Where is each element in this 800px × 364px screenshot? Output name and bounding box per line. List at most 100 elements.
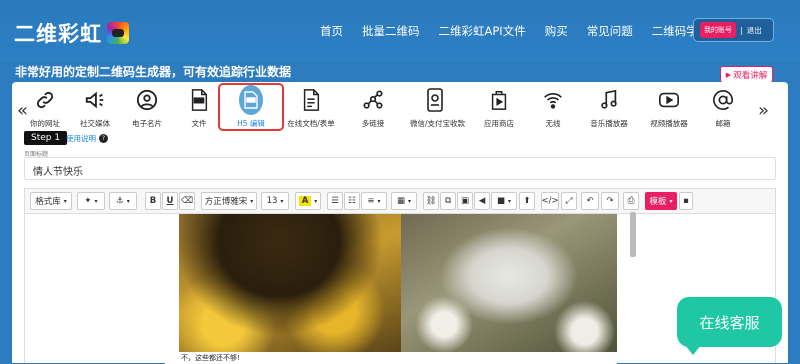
tool-file[interactable]: 文件: [174, 88, 224, 129]
tool-h5-editor[interactable]: H5 编辑: [226, 85, 276, 129]
tool-url[interactable]: 你的网址: [20, 88, 70, 129]
chevron-down-icon: ▾: [280, 197, 284, 205]
video-dropdown[interactable]: ■ ▾: [491, 192, 517, 210]
bold-button[interactable]: B: [145, 192, 161, 210]
header: 二维彩虹 首页 批量二维码 二维彩虹API文件 购买 常见问题 二维码学院 我的…: [0, 0, 800, 62]
image-button[interactable]: ▣: [457, 192, 473, 210]
link-icon: ⛓: [425, 196, 437, 206]
nav-faq[interactable]: 常见问题: [587, 23, 633, 39]
scroll-right-icon[interactable]: »: [758, 100, 769, 121]
payment-icon: [423, 88, 447, 112]
magic-wand-button[interactable]: ✦ ▾: [77, 192, 105, 210]
music-icon: [597, 88, 621, 112]
watch-demo-button[interactable]: ▶ 观看讲解: [720, 66, 773, 83]
tool-payment[interactable]: 微信/支付宝收款: [410, 88, 465, 129]
pdf-file-icon: [187, 88, 211, 112]
chevron-down-icon: ▾: [314, 197, 318, 205]
bold-icon: B: [149, 196, 157, 206]
nav-batch-qrcode[interactable]: 批量二维码: [362, 23, 420, 39]
tool-label: 应用商店: [484, 119, 514, 128]
tool-label: 文件: [191, 119, 207, 128]
printer-icon: ⎙: [627, 196, 635, 206]
upload-button[interactable]: ⬆: [519, 192, 535, 210]
user-icon: [135, 88, 159, 112]
editor-content[interactable]: 不，这些都还不够!: [165, 214, 617, 364]
editor-toolbar: 格式库 ▾ ✦ ▾ ⚓ ▾ B U ⌫ 方正博雅宋 ▾ 13 ▾ A ▾ ☰ ☷ ≡ ▾ ▦ ▾…: [25, 189, 775, 214]
fullscreen-icon: ⤢: [565, 196, 573, 206]
tool-label: 多链接: [361, 119, 385, 128]
chevron-down-icon: ▾: [408, 197, 412, 205]
tool-social-media[interactable]: 社交媒体: [70, 88, 120, 129]
table-icon: ▦: [396, 196, 405, 206]
font-color-button[interactable]: A ▾: [295, 192, 321, 210]
bullet-list-icon: ☰: [331, 196, 339, 206]
chevron-down-icon: ▾: [94, 197, 98, 205]
font-family-label: 方正博雅宋: [204, 197, 248, 207]
tool-email[interactable]: 邮箱: [698, 88, 748, 129]
table-dropdown[interactable]: ▦ ▾: [391, 192, 417, 210]
upload-icon: ⬆: [523, 196, 531, 206]
gallery-button[interactable]: ⧉: [440, 192, 456, 210]
editor-scrollbar[interactable]: [630, 212, 636, 257]
tool-label: 视频播放器: [650, 119, 688, 128]
nav-api-docs[interactable]: 二维彩虹API文件: [439, 23, 526, 39]
tool-online-doc[interactable]: 在线文档/表单: [286, 88, 336, 129]
style-library-dropdown[interactable]: 格式库 ▾: [30, 192, 72, 210]
document-icon: [299, 88, 323, 112]
align-dropdown[interactable]: ≡ ▾: [361, 192, 387, 210]
nav-home[interactable]: 首页: [320, 23, 343, 39]
video-icon: [657, 88, 681, 112]
font-size-dropdown[interactable]: 13 ▾: [261, 192, 289, 210]
print-button[interactable]: ⎙: [623, 192, 639, 210]
wifi-icon: [541, 88, 565, 112]
fullscreen-button[interactable]: ⤢: [561, 192, 577, 210]
nav-purchase[interactable]: 购买: [545, 23, 568, 39]
usage-guide-label: 使用说明: [66, 134, 96, 143]
undo-icon: ↶: [586, 196, 594, 206]
rich-text-editor: 格式库 ▾ ✦ ▾ ⚓ ▾ B U ⌫ 方正博雅宋 ▾ 13 ▾ A ▾ ☰ ☷ ≡ ▾ ▦ ▾…: [24, 188, 776, 364]
redo-button[interactable]: ↷: [601, 192, 619, 210]
tool-app-store[interactable]: 应用商店: [474, 88, 524, 129]
ordered-list-button[interactable]: ☷: [344, 192, 360, 210]
tool-multi-link[interactable]: 多链接: [348, 88, 398, 129]
tool-music-player[interactable]: 音乐播放器: [584, 88, 634, 129]
underline-button[interactable]: U: [162, 192, 178, 210]
magic-wand-icon: ✦: [84, 196, 92, 206]
tool-wifi[interactable]: 无线: [528, 88, 578, 129]
font-family-dropdown[interactable]: 方正博雅宋 ▾: [201, 192, 257, 210]
usage-guide-link[interactable]: 使用说明 ?: [66, 133, 108, 144]
tool-label: 你的网址: [30, 119, 60, 128]
font-color-icon: A: [298, 196, 312, 206]
undo-button[interactable]: ↶: [581, 192, 599, 210]
anchor-button[interactable]: ⚓ ▾: [109, 192, 137, 210]
account-separator: |: [740, 25, 743, 35]
link-icon: [33, 88, 57, 112]
logout-link[interactable]: 退出: [747, 25, 762, 36]
audio-button[interactable]: ◀: [474, 192, 490, 210]
my-account-button[interactable]: 我的账号: [700, 22, 736, 38]
code-view-button[interactable]: </>: [541, 192, 559, 210]
tool-label: 社交媒体: [80, 119, 110, 128]
tagline: 非常好用的定制二维码生成器，可有效追踪行业数据: [15, 65, 292, 79]
html-file-icon: [239, 85, 263, 115]
link-button[interactable]: ⛓: [423, 192, 439, 210]
tool-vcard[interactable]: 电子名片: [122, 88, 172, 129]
bear-logo-icon: [107, 22, 129, 44]
speaker-icon: ◀: [478, 196, 486, 206]
brand-name: 二维彩虹: [14, 22, 102, 46]
online-support-button[interactable]: 在线客服: [677, 297, 782, 355]
tool-label: 邮箱: [715, 119, 731, 128]
tool-video-player[interactable]: 视频播放器: [644, 88, 694, 129]
watch-demo-label: 观看讲解: [733, 70, 768, 81]
numbered-list-icon: ☷: [348, 196, 356, 206]
save-button[interactable]: ▪: [679, 192, 693, 210]
unordered-list-button[interactable]: ☰: [327, 192, 343, 210]
brand-logo[interactable]: 二维彩虹: [14, 18, 129, 48]
eraser-button[interactable]: ⌫: [179, 192, 195, 210]
help-icon: ?: [99, 134, 108, 143]
chevron-down-icon: ▾: [377, 197, 381, 205]
template-dropdown[interactable]: 模板 ▾: [645, 192, 677, 210]
app-store-icon: [487, 88, 511, 112]
tool-label: 音乐播放器: [590, 119, 628, 128]
page-title-input[interactable]: 情人节快乐: [24, 157, 776, 180]
